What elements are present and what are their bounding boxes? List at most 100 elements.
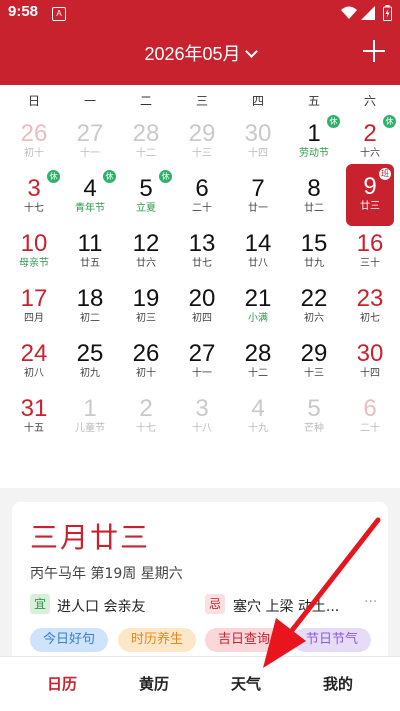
day-number: 26: [20, 120, 48, 147]
notification-icon: A: [52, 7, 66, 21]
day-number: 30: [244, 120, 272, 147]
calendar-day[interactable]: 26 初十: [10, 115, 58, 165]
calendar-day[interactable]: 10 母亲节: [10, 225, 58, 275]
calendar-day[interactable]: 2 十七: [122, 390, 170, 440]
tab-calendar[interactable]: 日历: [12, 673, 112, 694]
calendar-day[interactable]: 30 十四: [346, 335, 394, 385]
lunar-label: 廿二: [304, 203, 324, 214]
lunar-label: 廿三: [360, 201, 380, 212]
calendar-day[interactable]: 7 廿一: [234, 170, 282, 220]
day-number: 18: [76, 285, 104, 312]
calendar-day[interactable]: 27 十一: [66, 115, 114, 165]
tab-mine[interactable]: 我的: [288, 673, 388, 694]
calendar-day[interactable]: 28 十二: [122, 115, 170, 165]
calendar-day[interactable]: 6 二十: [178, 170, 226, 220]
day-number: 16: [356, 230, 384, 257]
calendar-day[interactable]: 17 四月: [10, 280, 58, 330]
day-number: 2: [139, 395, 153, 422]
calendar-day[interactable]: 21 小满: [234, 280, 282, 330]
day-number: 29: [300, 340, 328, 367]
calendar-day[interactable]: 5 立夏休: [122, 170, 172, 220]
calendar-day[interactable]: 1 儿童节: [66, 390, 114, 440]
calendar-day[interactable]: 12 廿六: [122, 225, 170, 275]
calendar-day[interactable]: 18 初二: [66, 280, 114, 330]
lunar-label: 十四: [360, 368, 380, 379]
top-bar: 9:58 A 2026年05月: [0, 0, 400, 85]
lunar-label: 初二: [80, 313, 100, 324]
day-number: 12: [132, 230, 160, 257]
calendar-day[interactable]: 9 廿三班: [346, 164, 394, 226]
calendar-day[interactable]: 19 初三: [122, 280, 170, 330]
lunar-label: 四月: [24, 313, 44, 324]
calendar-day[interactable]: 13 廿七: [178, 225, 226, 275]
calendar-day[interactable]: 31 十五: [10, 390, 58, 440]
weekday-label: 三: [195, 94, 208, 108]
lunar-label: 二十: [360, 423, 380, 434]
calendar-day[interactable]: 4 十九: [234, 390, 282, 440]
day-number: 23: [356, 285, 384, 312]
pill-lucky-day[interactable]: 吉日查询: [205, 628, 283, 652]
day-number: 13: [188, 230, 216, 257]
calendar-day[interactable]: 2 十六休: [346, 115, 396, 165]
calendar-day[interactable]: 8 廿二: [290, 170, 338, 220]
calendar-day[interactable]: 11 廿五: [66, 225, 114, 275]
calendar-day[interactable]: 22 初六: [290, 280, 338, 330]
holiday-badge: 休: [47, 170, 60, 183]
tab-weather[interactable]: 天气: [196, 673, 296, 694]
calendar-day[interactable]: 3 十七休: [10, 170, 60, 220]
more-icon[interactable]: ···: [364, 594, 377, 610]
lunar-label: 母亲节: [19, 258, 49, 269]
pill-festivals[interactable]: 节日节气: [293, 628, 371, 652]
lunar-label: 初七: [360, 313, 380, 324]
day-number: 6: [363, 395, 377, 422]
pill-daily-quote[interactable]: 今日好句: [30, 628, 108, 652]
add-icon[interactable]: [363, 40, 385, 62]
calendar-day[interactable]: 3 十八: [178, 390, 226, 440]
day-detail-card[interactable]: 三月廿三 丙午马年 第19周 星期六 宜 进人口 会亲友 忌 塞穴 上梁 动土.…: [12, 502, 388, 672]
calendar-day[interactable]: 29 十三: [178, 115, 226, 165]
calendar-day[interactable]: 27 十一: [178, 335, 226, 385]
lunar-label: 十二: [136, 148, 156, 159]
day-number: 8: [307, 175, 321, 202]
ganzhi-info: 丙午马年 第19周 星期六: [30, 566, 183, 582]
day-number: 20: [188, 285, 216, 312]
calendar-day[interactable]: 28 十二: [234, 335, 282, 385]
calendar-day[interactable]: 25 初九: [66, 335, 114, 385]
lunar-label: 廿一: [248, 203, 268, 214]
day-number: 22: [300, 285, 328, 312]
lunar-label: 初四: [192, 313, 212, 324]
day-number: 17: [20, 285, 48, 312]
day-number: 1: [83, 395, 97, 422]
weekday-label: 二: [139, 94, 152, 108]
lunar-label: 初三: [136, 313, 156, 324]
month-selector[interactable]: 2026年05月: [0, 40, 400, 66]
signal-icon: [361, 6, 375, 20]
tab-almanac[interactable]: 黄历: [104, 673, 204, 694]
calendar-day[interactable]: 4 青年节休: [66, 170, 116, 220]
day-number: 7: [251, 175, 265, 202]
day-number: 19: [132, 285, 160, 312]
lunar-label: 十七: [24, 203, 44, 214]
lunar-label: 廿八: [248, 258, 268, 269]
lunar-label: 儿童节: [75, 423, 105, 434]
calendar-day[interactable]: 14 廿八: [234, 225, 282, 275]
status-time: 9:58: [8, 3, 39, 20]
calendar-day[interactable]: 16 三十: [346, 225, 394, 275]
calendar-day[interactable]: 24 初八: [10, 335, 58, 385]
calendar-day[interactable]: 6 二十: [346, 390, 394, 440]
lunar-label: 十九: [248, 423, 268, 434]
calendar-day[interactable]: 23 初七: [346, 280, 394, 330]
calendar-day[interactable]: 26 初十: [122, 335, 170, 385]
lunar-label: 三十: [360, 258, 380, 269]
month-title: 2026年05月: [144, 44, 241, 64]
calendar-day[interactable]: 20 初四: [178, 280, 226, 330]
day-number: 29: [188, 120, 216, 147]
day-number: 28: [244, 340, 272, 367]
calendar-day[interactable]: 29 十三: [290, 335, 338, 385]
calendar-day[interactable]: 15 廿九: [290, 225, 338, 275]
calendar-day[interactable]: 5 芒种: [290, 390, 338, 440]
pill-health[interactable]: 时历养生: [118, 628, 196, 652]
calendar-day[interactable]: 1 劳动节休: [290, 115, 340, 165]
calendar-day[interactable]: 30 十四: [234, 115, 282, 165]
day-number: 5: [307, 395, 321, 422]
